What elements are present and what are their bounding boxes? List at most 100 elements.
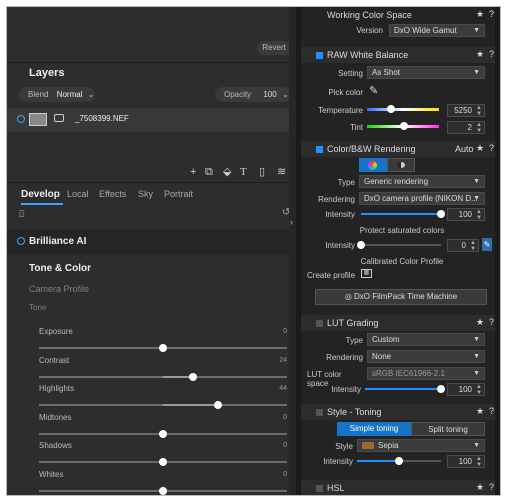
temperature-input[interactable]: 5250 ▲ ▼: [447, 104, 485, 117]
tab-effects[interactable]: Effects: [99, 189, 126, 199]
history-icon[interactable]: ⌼: [19, 209, 24, 220]
temperature-slider-knob[interactable]: [387, 105, 396, 113]
temperature-slider-track[interactable]: [367, 108, 439, 111]
panel-splitter[interactable]: [296, 7, 301, 495]
style-dropdown[interactable]: Sepia ▼: [357, 439, 485, 452]
tone-label: Tone: [29, 303, 47, 312]
slider-knob[interactable]: [159, 458, 167, 466]
blend-value: Normal: [56, 90, 83, 99]
wb-setting-value: As Shot: [372, 68, 401, 77]
blend-mode-select[interactable]: Blend Normal ⌄: [19, 87, 95, 102]
pick-color-label: Pick color: [328, 88, 363, 97]
protect-slider-track[interactable]: [361, 244, 441, 246]
auto-label[interactable]: Auto: [455, 144, 474, 154]
slider-knob[interactable]: [159, 344, 167, 352]
help-icon[interactable]: ?: [489, 317, 494, 327]
spinner-icon[interactable]: ▲ ▼: [476, 384, 482, 396]
intensity-slider-knob[interactable]: [437, 210, 445, 218]
fill-icon[interactable]: ⬙: [223, 166, 231, 178]
collapse-arrow-icon[interactable]: ›: [290, 217, 293, 227]
duplicate-icon[interactable]: ⧉: [205, 166, 213, 178]
filmpack-label: DxO FilmPack Time Machine: [354, 292, 458, 301]
lut-rendering-dropdown[interactable]: None ▼: [367, 350, 485, 363]
tint-input[interactable]: 2 ▲ ▼: [447, 121, 485, 134]
caret-down-icon: ▼: [473, 353, 480, 360]
add-layer-icon[interactable]: +: [190, 166, 196, 178]
brilliance-toggle[interactable]: [17, 237, 25, 245]
spinner-icon[interactable]: ▲ ▼: [476, 105, 482, 117]
stack-icon[interactable]: ≋: [277, 166, 286, 178]
slider-knob[interactable]: [213, 401, 222, 409]
intensity-input[interactable]: 100 ▲ ▼: [447, 208, 485, 221]
caret-down-icon: ▼: [473, 69, 480, 76]
tint-slider-knob[interactable]: [400, 122, 409, 130]
protect-intensity-input[interactable]: 0 ▲ ▼: [447, 239, 479, 252]
split-toning-button[interactable]: Split toning: [411, 422, 485, 436]
toning-intensity-input[interactable]: 100 ▲ ▼: [447, 455, 485, 468]
lut-type-dropdown[interactable]: Custom ▼: [367, 333, 485, 346]
protect-picker-icon[interactable]: ✎: [482, 238, 492, 251]
spinner-icon[interactable]: ▲ ▼: [476, 122, 482, 134]
favorite-star-icon[interactable]: ★: [476, 49, 484, 60]
style-label: Style: [335, 442, 353, 451]
color-wheel-icon: [368, 161, 377, 170]
favorite-star-icon[interactable]: ★: [476, 9, 484, 20]
tab-portrait[interactable]: Portrait: [164, 189, 193, 199]
toning-title: Style - Toning: [327, 407, 382, 417]
color-checker-icon[interactable]: ▦: [361, 269, 372, 278]
revert-button[interactable]: Revert: [257, 41, 291, 55]
delete-icon[interactable]: ▯: [259, 166, 265, 178]
favorite-star-icon[interactable]: ★: [476, 406, 484, 417]
hsl-enable-toggle[interactable]: [316, 485, 323, 492]
eyedropper-icon[interactable]: ✎: [369, 84, 378, 97]
rendering-dropdown[interactable]: DxO camera profile (NIKON D... ▼: [359, 192, 485, 205]
filmpack-button[interactable]: ◎ DxO FilmPack Time Machine: [315, 289, 487, 305]
lut-enable-toggle[interactable]: [316, 320, 323, 327]
help-icon[interactable]: ?: [489, 9, 494, 19]
right-scrollbar[interactable]: [495, 7, 500, 495]
wcs-title: Working Color Space: [327, 10, 412, 20]
wb-setting-dropdown[interactable]: As Shot ▼: [367, 66, 485, 79]
layer-visibility-radio[interactable]: [17, 115, 25, 123]
favorite-star-icon[interactable]: ★: [476, 317, 484, 328]
lut-intensity-input[interactable]: 100 ▲ ▼: [447, 383, 485, 396]
render-type-dropdown[interactable]: Generic rendering ▼: [359, 175, 485, 188]
rendering-value: DxO camera profile (NIKON D...: [364, 194, 478, 203]
version-dropdown[interactable]: DxO Wide Gamut ▼: [389, 24, 485, 37]
tab-sky[interactable]: Sky: [138, 189, 153, 199]
protect-slider-knob[interactable]: [357, 241, 365, 249]
tint-value: 2: [467, 123, 472, 132]
version-label: Version: [356, 26, 383, 35]
slider-knob[interactable]: [188, 372, 197, 381]
lut-intensity-knob[interactable]: [437, 385, 445, 393]
spinner-icon[interactable]: ▲ ▼: [476, 456, 482, 468]
spinner-icon[interactable]: ▲ ▼: [476, 209, 482, 221]
slider-knob[interactable]: [159, 429, 167, 438]
layers-title: Layers: [29, 67, 65, 79]
opacity-control[interactable]: Opacity 100 ⌄: [215, 87, 291, 102]
help-icon[interactable]: ?: [489, 143, 494, 153]
lut-color-space-value: sRGB IEC61966-2.1: [372, 369, 445, 378]
cbw-enable-toggle[interactable]: [316, 146, 323, 153]
help-icon[interactable]: ?: [489, 49, 494, 59]
favorite-star-icon[interactable]: ★: [476, 143, 484, 154]
spinner-icon[interactable]: ▲ ▼: [470, 240, 476, 252]
hsl-title: HSL: [327, 483, 345, 493]
toning-intensity-knob[interactable]: [395, 457, 403, 465]
slider-value: 0: [283, 470, 287, 478]
left-scrollbar[interactable]: [289, 7, 296, 495]
lut-color-space-dropdown[interactable]: sRGB IEC61966-2.1 ▼: [367, 367, 485, 380]
layer-row[interactable]: [7, 108, 296, 132]
slider-knob[interactable]: [159, 486, 167, 495]
help-icon[interactable]: ?: [489, 406, 494, 416]
rwb-enable-toggle[interactable]: [316, 52, 323, 59]
slider-value: 24: [279, 356, 287, 364]
favorite-star-icon[interactable]: ★: [476, 482, 484, 493]
tab-develop[interactable]: Develop: [21, 189, 60, 200]
tab-local[interactable]: Local: [67, 189, 89, 199]
type-label: Type: [337, 178, 355, 187]
simple-toning-button[interactable]: Simple toning: [337, 422, 411, 436]
toning-enable-toggle[interactable]: [316, 409, 323, 416]
help-icon[interactable]: ?: [489, 482, 494, 492]
text-icon[interactable]: T: [240, 166, 247, 178]
